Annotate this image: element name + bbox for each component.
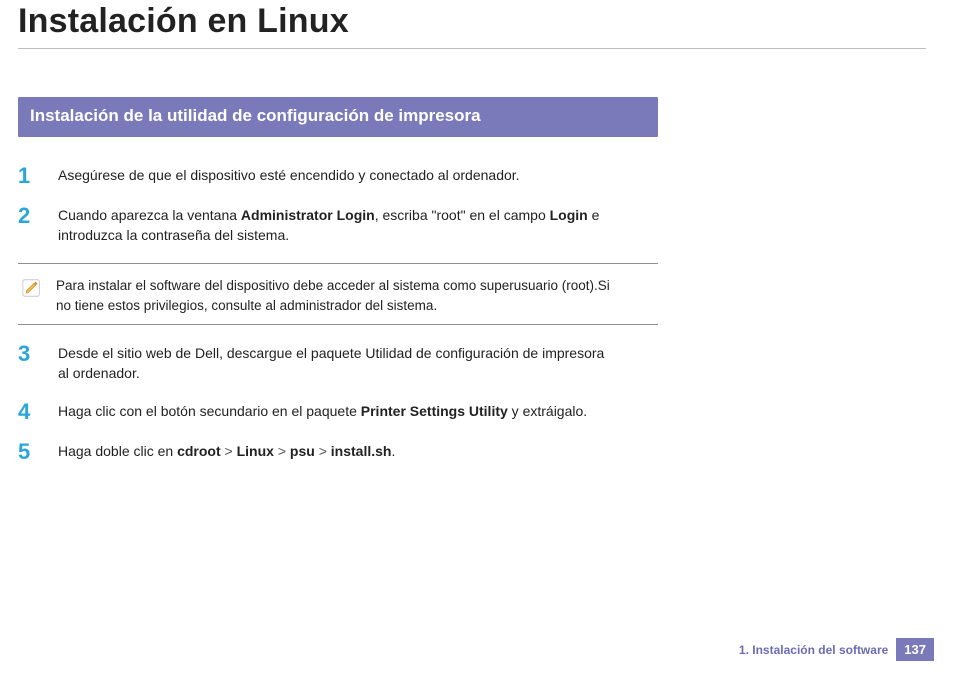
note-divider xyxy=(18,324,658,325)
note-text: Para instalar el software del dispositiv… xyxy=(56,276,616,315)
document-page: Instalación en Linux Instalación de la u… xyxy=(0,0,954,675)
page-number-badge: 137 xyxy=(896,638,934,661)
breadcrumb-separator: > xyxy=(319,443,327,459)
text-part: Haga clic con el botón secundario en el … xyxy=(58,403,361,419)
step-number: 1 xyxy=(18,165,44,187)
step-text: Haga doble clic en cdroot > Linux > psu … xyxy=(58,441,395,461)
pencil-note-icon xyxy=(20,276,44,300)
pencil-note-icon-svg xyxy=(21,277,43,299)
step-3: 3 Desde el sitio web de Dell, descargue … xyxy=(18,343,658,384)
bold-text: Administrator Login xyxy=(241,207,375,223)
step-number: 5 xyxy=(18,441,44,463)
bold-text: Linux xyxy=(237,443,274,459)
step-5: 5 Haga doble clic en cdroot > Linux > ps… xyxy=(18,441,658,463)
text-part: Haga doble clic en xyxy=(58,443,177,459)
note-content: Para instalar el software del dispositiv… xyxy=(18,274,658,319)
step-text: Cuando aparezca la ventana Administrator… xyxy=(58,205,618,246)
bold-text: psu xyxy=(290,443,315,459)
section-header: Instalación de la utilidad de configurac… xyxy=(18,97,658,137)
breadcrumb-separator: > xyxy=(225,443,233,459)
content-column: Instalación de la utilidad de configurac… xyxy=(18,97,658,463)
text-part: . xyxy=(391,443,395,459)
step-number: 2 xyxy=(18,205,44,227)
step-text: Desde el sitio web de Dell, descargue el… xyxy=(58,343,618,384)
step-1: 1 Asegúrese de que el dispositivo esté e… xyxy=(18,165,658,187)
bold-text: cdroot xyxy=(177,443,221,459)
note-block: Para instalar el software del dispositiv… xyxy=(18,263,658,324)
text-part: Cuando aparezca la ventana xyxy=(58,207,241,223)
breadcrumb-separator: > xyxy=(278,443,286,459)
bold-text: install.sh xyxy=(331,443,392,459)
step-number: 4 xyxy=(18,401,44,423)
bold-text: Login xyxy=(550,207,588,223)
step-text: Asegúrese de que el dispositivo esté enc… xyxy=(58,165,520,185)
step-text: Haga clic con el botón secundario en el … xyxy=(58,401,587,421)
title-divider xyxy=(18,48,926,49)
step-number: 3 xyxy=(18,343,44,365)
footer-chapter: 1. Instalación del software xyxy=(739,643,888,657)
page-footer: 1. Instalación del software 137 xyxy=(739,638,934,661)
step-2: 2 Cuando aparezca la ventana Administrat… xyxy=(18,205,658,246)
text-part: , escriba "root" en el campo xyxy=(375,207,550,223)
text-part: y extráigalo. xyxy=(508,403,587,419)
step-4: 4 Haga clic con el botón secundario en e… xyxy=(18,401,658,423)
steps-list: 1 Asegúrese de que el dispositivo esté e… xyxy=(18,137,658,463)
bold-text: Printer Settings Utility xyxy=(361,403,508,419)
page-title: Instalación en Linux xyxy=(18,0,926,48)
note-divider xyxy=(18,263,658,264)
